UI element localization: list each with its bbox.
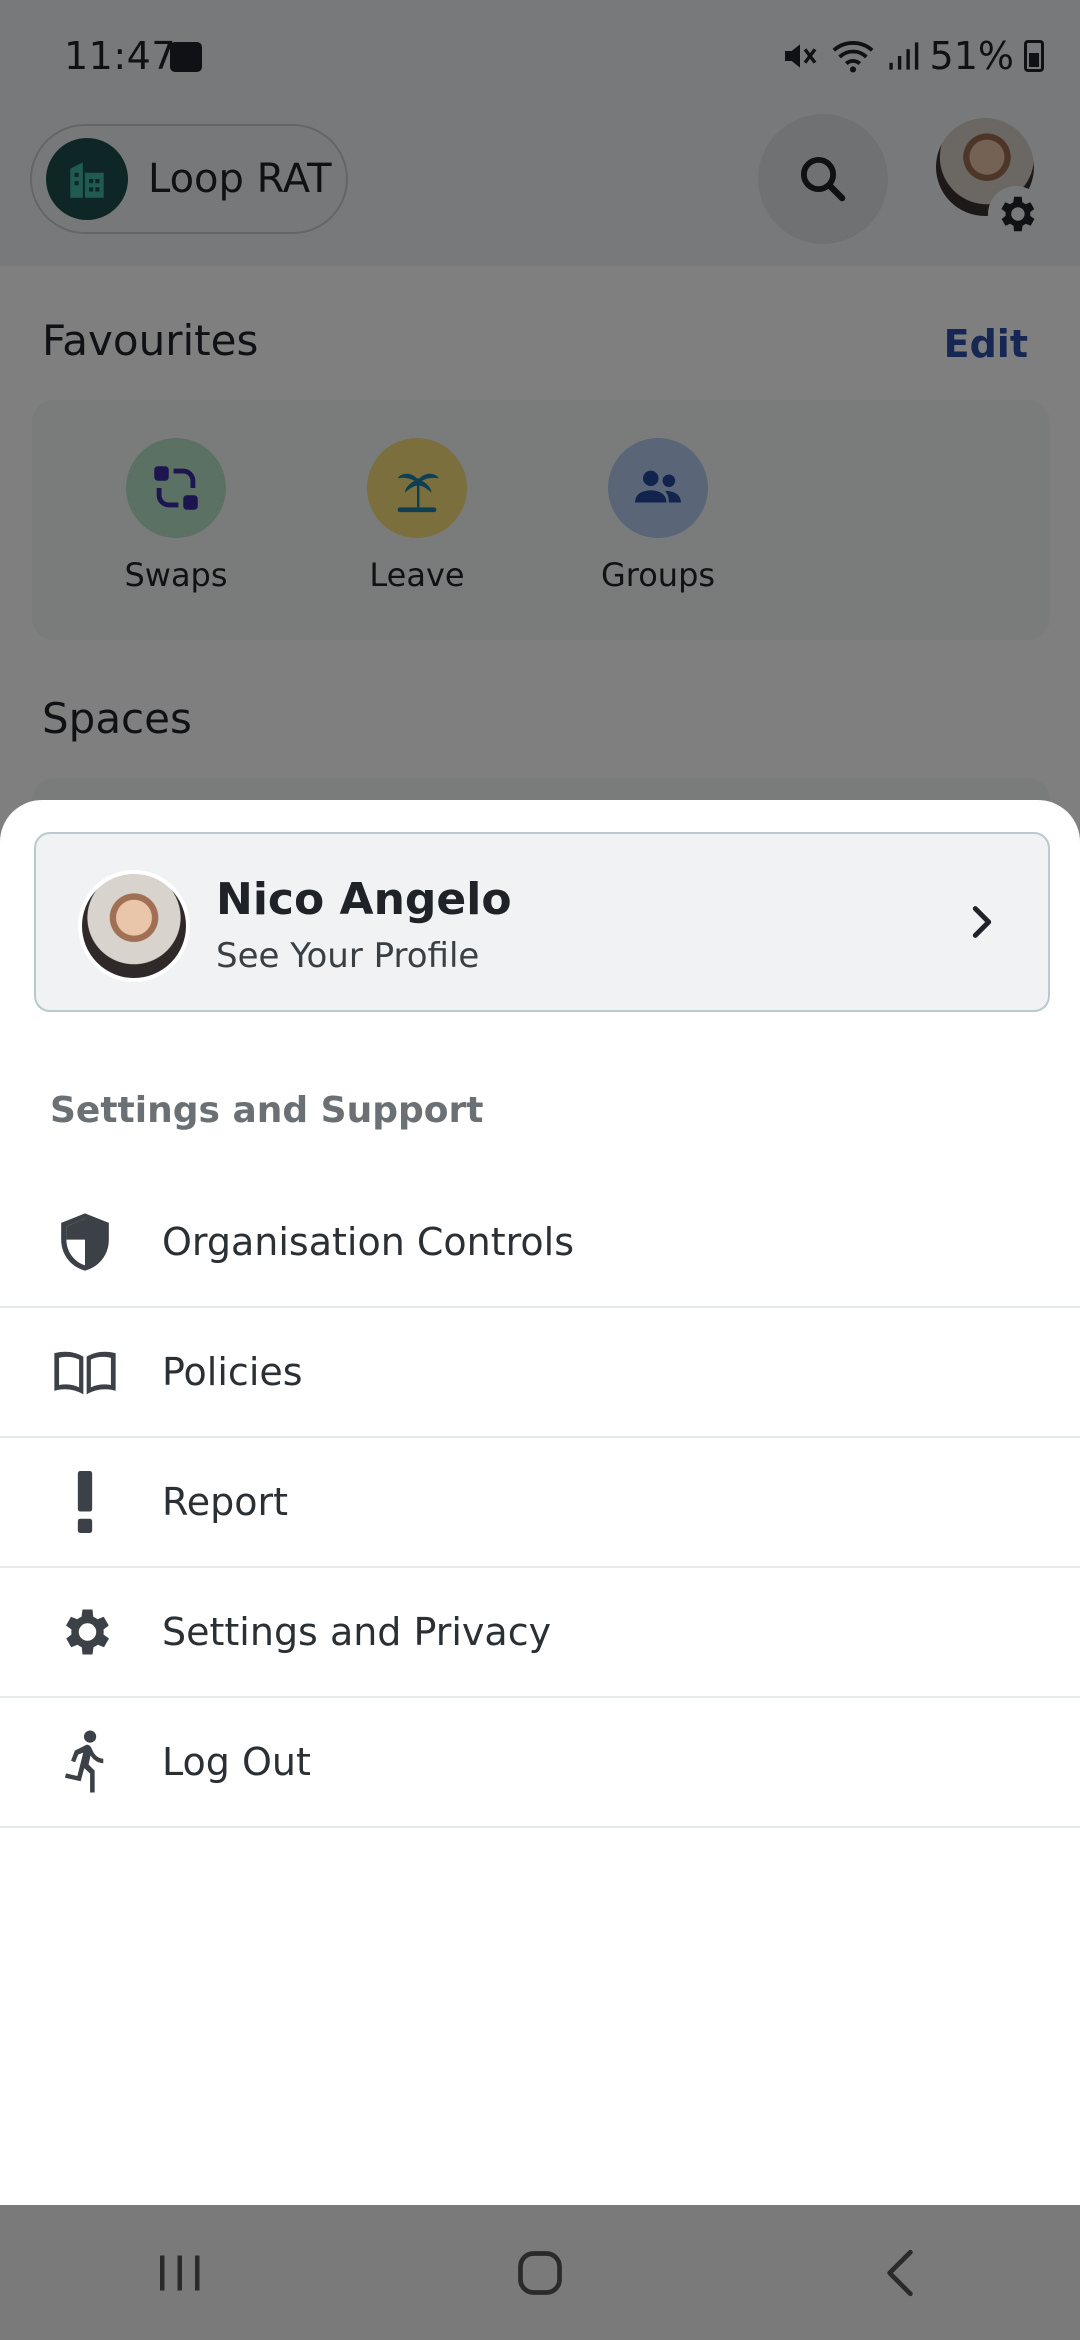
- gear-icon: [50, 1597, 120, 1667]
- home-icon: [518, 2250, 562, 2295]
- back-icon: [887, 2249, 913, 2296]
- menu-item-organisation-controls[interactable]: Organisation Controls: [0, 1178, 1080, 1308]
- shield-icon: [50, 1207, 120, 1277]
- running-person-icon: [50, 1727, 120, 1797]
- profile-subtitle: See Your Profile: [216, 936, 480, 976]
- avatar: [78, 870, 190, 982]
- profile-name: Nico Angelo: [216, 874, 512, 925]
- menu-item-settings-and-privacy[interactable]: Settings and Privacy: [0, 1568, 1080, 1698]
- menu-item-policies[interactable]: Policies: [0, 1308, 1080, 1438]
- exclamation-icon: [50, 1467, 120, 1537]
- menu-item-label: Settings and Privacy: [162, 1610, 552, 1654]
- book-icon: [50, 1337, 120, 1407]
- recent-apps-icon: [160, 2255, 200, 2290]
- menu-item-report[interactable]: Report: [0, 1438, 1080, 1568]
- menu-item-label: Log Out: [162, 1740, 311, 1784]
- system-navigation-bar: [0, 2205, 1080, 2340]
- menu-item-log-out[interactable]: Log Out: [0, 1698, 1080, 1828]
- account-bottom-sheet: Nico Angelo See Your Profile Settings an…: [0, 800, 1080, 2205]
- recent-apps-button[interactable]: [120, 2233, 240, 2313]
- home-button[interactable]: [480, 2233, 600, 2313]
- menu-item-label: Policies: [162, 1350, 303, 1394]
- menu-item-label: Organisation Controls: [162, 1220, 575, 1264]
- profile-card[interactable]: Nico Angelo See Your Profile: [34, 832, 1050, 1012]
- chevron-right-icon: [958, 898, 1006, 946]
- section-heading: Settings and Support: [50, 1090, 484, 1131]
- back-button[interactable]: [840, 2233, 960, 2313]
- menu-item-label: Report: [162, 1480, 288, 1524]
- settings-menu: Organisation Controls Policies Report Se…: [0, 1178, 1080, 1828]
